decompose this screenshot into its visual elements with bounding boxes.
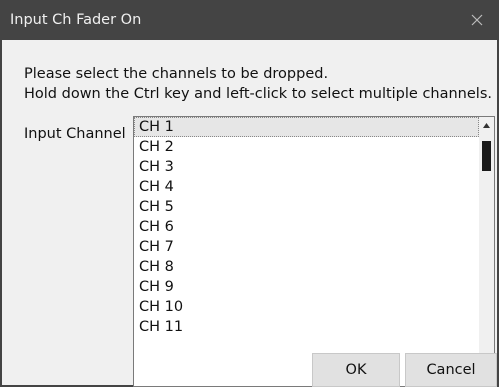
instructions-text: Please select the channels to be dropped… <box>24 64 492 104</box>
channel-list-item[interactable]: CH 6 <box>134 217 479 237</box>
vertical-scrollbar[interactable] <box>479 117 494 386</box>
instruction-line-2: Hold down the Ctrl key and left-click to… <box>24 86 492 102</box>
input-ch-fader-on-dialog: Input Ch Fader On Please select the chan… <box>0 0 499 387</box>
instruction-line-1: Please select the channels to be dropped… <box>24 66 329 82</box>
channel-list-item[interactable]: CH 9 <box>134 277 479 297</box>
channel-list-item[interactable]: CH 1 <box>134 117 479 137</box>
channel-list-item[interactable]: CH 4 <box>134 177 479 197</box>
title-bar[interactable]: Input Ch Fader On <box>0 0 499 40</box>
ok-button[interactable]: OK <box>312 353 400 387</box>
scroll-up-arrow-icon <box>483 123 490 128</box>
channel-list-item[interactable]: CH 8 <box>134 257 479 277</box>
window-title: Input Ch Fader On <box>10 12 142 28</box>
dialog-body: Please select the channels to be dropped… <box>2 40 497 387</box>
channel-list-items: CH 1 CH 2 CH 3 CH 4 CH 5 CH 6 CH 7 CH 8 CH 9 CH 1… <box>134 117 479 337</box>
channel-list-item[interactable]: CH 5 <box>134 197 479 217</box>
channel-list-item[interactable]: CH 11 <box>134 317 479 337</box>
scroll-up-button[interactable] <box>479 117 494 134</box>
channel-list-item[interactable]: CH 2 <box>134 137 479 157</box>
channel-list-item[interactable]: CH 10 <box>134 297 479 317</box>
scrollbar-thumb[interactable] <box>482 141 491 171</box>
channel-list-item[interactable]: CH 3 <box>134 157 479 177</box>
input-channel-label: Input Channel <box>24 126 126 142</box>
cancel-button[interactable]: Cancel <box>405 353 497 387</box>
input-channel-listbox[interactable]: CH 1 CH 2 CH 3 CH 4 CH 5 CH 6 CH 7 CH 8 CH 9 CH 1… <box>133 116 495 387</box>
close-icon <box>471 14 483 26</box>
close-button[interactable] <box>455 0 499 40</box>
channel-list-item[interactable]: CH 7 <box>134 237 479 257</box>
